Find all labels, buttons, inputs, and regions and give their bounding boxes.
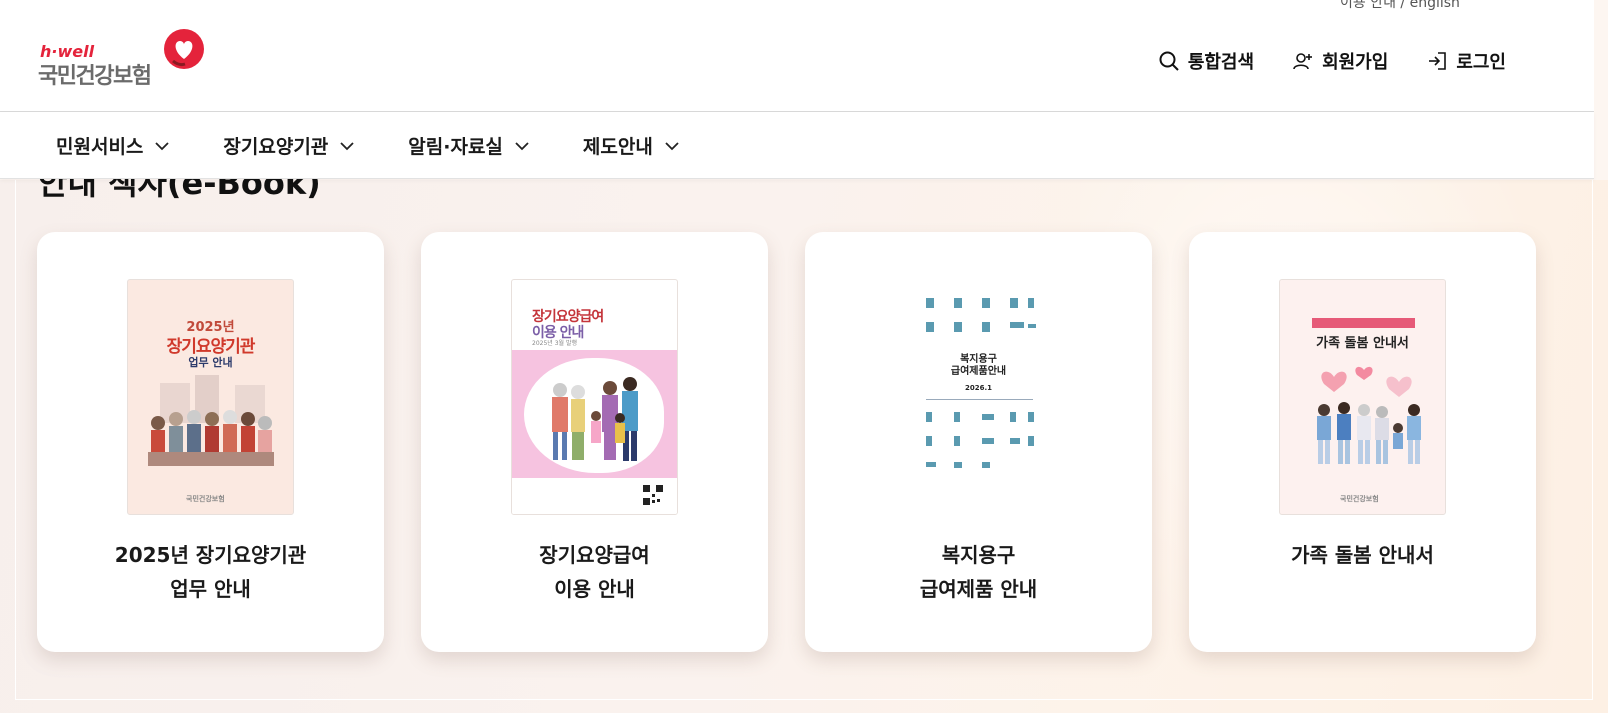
cover-footer-logo: 국민건강보험 xyxy=(186,495,225,503)
ebook-card-title-line1: 복지용구 xyxy=(941,543,1016,567)
login-button[interactable]: 로그인 xyxy=(1426,48,1506,74)
cover-title-line2: 급여제품안내 xyxy=(950,366,1007,377)
login-icon xyxy=(1429,52,1447,70)
chevron-down-icon xyxy=(155,141,170,150)
nav-item-system-guide[interactable]: 제도안내 xyxy=(583,132,681,159)
ebook-card[interactable]: 2025년 장기요양기관 업무 안내 국민건강보험 2025년 장기요양기관 업… xyxy=(37,232,384,652)
ebook-card[interactable]: 장기요양급여 이용 안내 2025년 3월 발행 장기요양급여 이용 안내 xyxy=(421,232,768,652)
cover-title-line1: 복지용구 xyxy=(960,354,997,365)
ebook-card-title-line2: 급여제품 안내 xyxy=(919,577,1038,601)
cover-date: 2025년 3월 발행 xyxy=(532,340,577,347)
nav-item-ltc-institution[interactable]: 장기요양기관 xyxy=(223,132,356,159)
cover-title: 가족 돌봄 안내서 xyxy=(1316,336,1409,351)
user-add-icon xyxy=(1293,53,1313,70)
search-icon xyxy=(1159,51,1179,71)
logo-name: 국민건강보험 xyxy=(38,64,152,89)
search-label: 통합검색 xyxy=(1187,52,1255,73)
ebook-card-title: 가족 돌봄 안내서 xyxy=(1189,538,1536,572)
logo[interactable]: h·well 국민건강보험 xyxy=(38,28,213,89)
family-illustration xyxy=(552,377,638,461)
chevron-down-icon xyxy=(515,141,529,150)
welfare-equipment-icons xyxy=(926,412,1034,468)
nav-item-label: 제도안내 xyxy=(582,136,653,158)
family-care-illustration xyxy=(1317,366,1421,464)
elderly-group-illustration xyxy=(148,375,274,466)
ebook-card-title: 2025년 장기요양기관 업무 안내 xyxy=(37,538,384,606)
ebook-card[interactable]: 가족 돌봄 안내서 국민건강보험 가족 돌봄 안내서 xyxy=(1189,232,1536,652)
utility-menu: 통합검색 회원가입 로그인 xyxy=(1158,48,1506,74)
cover-title: 복지용구 급여제품안내 xyxy=(896,354,1061,378)
ebook-card-title-line2: 이용 안내 xyxy=(554,577,635,601)
signup-label: 회원가입 xyxy=(1322,52,1389,73)
qr-code-icon xyxy=(642,484,664,506)
cover-subtitle: 업무 안내 xyxy=(188,356,233,369)
welfare-equipment-icons xyxy=(926,298,1036,332)
top-links-cutoff[interactable]: 이용 안내 / english xyxy=(1340,0,1460,12)
login-label: 로그인 xyxy=(1456,52,1506,73)
cover-footer xyxy=(512,478,677,514)
cover-tag xyxy=(1312,318,1415,328)
nav-item-label: 민원서비스 xyxy=(56,136,144,158)
nav-item-civil-service[interactable]: 민원서비스 xyxy=(56,132,171,159)
heart-logo-icon xyxy=(164,29,204,69)
nav-item-label: 알림·자료실 xyxy=(408,136,503,158)
ebook-card-title-line1: 장기요양급여 xyxy=(539,543,650,567)
search-button[interactable]: 통합검색 xyxy=(1158,48,1254,74)
ebook-card-list: 2025년 장기요양기관 업무 안내 국민건강보험 2025년 장기요양기관 업… xyxy=(37,232,1536,652)
cover-footer-logo: 국민건강보험 xyxy=(1340,495,1379,503)
cover-pink-band xyxy=(512,350,677,480)
ebook-card[interactable]: 복지용구 급여제품안내 2026.1 복지용구 급여제품 안내 xyxy=(805,232,1152,652)
cover-date: 2026.1 xyxy=(964,384,992,392)
nav-item-notices[interactable]: 알림·자료실 xyxy=(408,132,531,159)
cover-divider xyxy=(926,399,1033,400)
chevron-down-icon xyxy=(665,141,679,150)
signup-button[interactable]: 회원가입 xyxy=(1292,48,1388,74)
ebook-card-title-line1: 가족 돌봄 안내서 xyxy=(1291,543,1434,567)
nav-item-label: 장기요양기관 xyxy=(223,136,329,158)
site-header: 이용 안내 / english h·well 국민건강보험 통합검색 회원가입 … xyxy=(0,0,1594,112)
ebook-card-title: 장기요양급여 이용 안내 xyxy=(421,538,768,606)
ebook-card-title-line1: 2025년 장기요양기관 xyxy=(114,543,307,567)
ebook-cover-image: 장기요양급여 이용 안내 2025년 3월 발행 xyxy=(511,279,678,515)
ebook-cover-image: 가족 돌봄 안내서 국민건강보험 xyxy=(1279,279,1446,515)
ebook-cover-image: 복지용구 급여제품안내 2026.1 xyxy=(895,279,1062,515)
main-nav: 민원서비스 장기요양기관 알림·자료실 제도안내 xyxy=(0,112,1594,179)
chevron-down-icon xyxy=(340,141,354,150)
ebook-cover-image: 2025년 장기요양기관 업무 안내 국민건강보험 xyxy=(127,279,294,515)
ebook-card-title: 복지용구 급여제품 안내 xyxy=(805,538,1152,606)
ebook-card-title-line2: 업무 안내 xyxy=(170,577,251,601)
